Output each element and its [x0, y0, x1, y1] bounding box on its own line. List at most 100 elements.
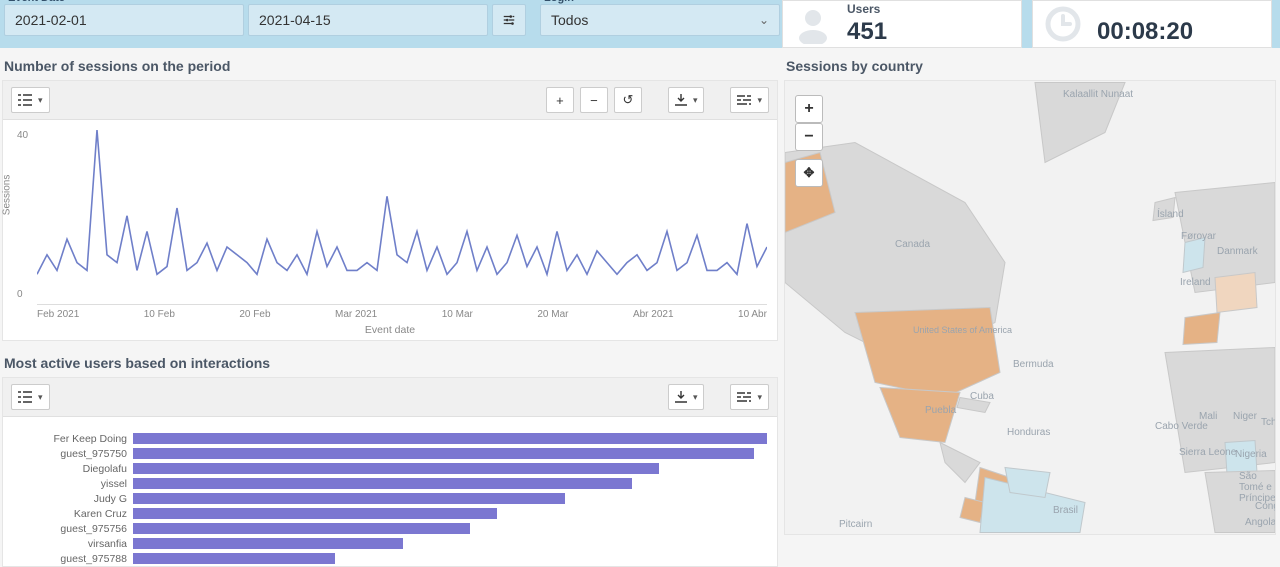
bar-label: Judy G — [13, 493, 133, 505]
chevron-down-icon: ⌄ — [759, 13, 769, 27]
kpi-users-value: 451 — [847, 18, 887, 46]
x-tick: Mar 2021 — [335, 309, 377, 320]
map-zoom-in[interactable]: + — [795, 95, 823, 123]
date-to-input[interactable]: 2021-04-15 — [248, 4, 488, 36]
zoom-add-button[interactable]: + — [546, 87, 574, 113]
map-label: Brasil — [1053, 505, 1078, 516]
kpi-time-label — [1097, 2, 1193, 16]
settings-button[interactable] — [730, 384, 769, 410]
bar-label: Diegolafu — [13, 463, 133, 475]
x-tick: 10 Abr — [738, 309, 767, 320]
bar-fill — [133, 553, 335, 564]
x-axis-label: Event date — [3, 324, 777, 336]
map-label: Angola — [1245, 517, 1275, 528]
bar-label: Karen Cruz — [13, 508, 133, 520]
map-label: São Tomé e Príncipe — [1239, 471, 1275, 504]
x-tick: 20 Mar — [537, 309, 568, 320]
bar-label: guest_975750 — [13, 448, 133, 460]
kpi-time-value: 00:08:20 — [1097, 18, 1193, 46]
bar-fill — [133, 538, 403, 549]
map-zoom-out[interactable]: − — [795, 123, 823, 151]
y-tick: 40 — [17, 130, 28, 141]
x-tick: 10 Mar — [442, 309, 473, 320]
sessions-line-svg — [37, 130, 767, 286]
kpi-users-label: Users — [847, 2, 887, 16]
clock-icon — [1043, 4, 1083, 44]
map-label: Honduras — [1007, 427, 1050, 438]
bar-row: guest_975750 — [13, 446, 767, 461]
sliders-icon — [737, 94, 751, 106]
y-axis-label: Sessions — [2, 175, 13, 216]
x-tick: 10 Feb — [144, 309, 175, 320]
bar-row: virsanfia — [13, 536, 767, 551]
bar-fill — [133, 478, 632, 489]
map-body[interactable]: + − ✥ — [785, 81, 1275, 534]
date-settings-button[interactable] — [492, 4, 526, 36]
kpi-users: Users 451 — [782, 0, 1022, 48]
list-icon — [18, 94, 32, 106]
legend-button[interactable] — [11, 87, 50, 113]
bar-row: Diegolafu — [13, 461, 767, 476]
undo-icon: ↺ — [622, 92, 633, 108]
x-tick: Abr 2021 — [633, 309, 674, 320]
bar-label: Fer Keep Doing — [13, 433, 133, 445]
map-label: Nigeria — [1235, 449, 1267, 460]
kpi-row: Users 451 00:08:20 — [782, 0, 1280, 48]
download-button[interactable] — [668, 87, 705, 113]
legend-button[interactable] — [11, 384, 50, 410]
login-value: Todos — [551, 12, 588, 28]
bar-label: yissel — [13, 478, 133, 490]
map-zoom-reset[interactable]: ✥ — [795, 159, 823, 187]
bar-label: virsanfia — [13, 538, 133, 550]
bar-row: Karen Cruz — [13, 506, 767, 521]
map-label: Ísland — [1157, 209, 1184, 220]
bar-label: guest_975756 — [13, 523, 133, 535]
download-icon — [675, 94, 687, 106]
bar-fill — [133, 463, 659, 474]
map-label: Canada — [895, 239, 930, 250]
map-label: Bermuda — [1013, 359, 1054, 370]
sliders-icon — [737, 391, 751, 403]
date-from-value: 2021-02-01 — [15, 12, 87, 28]
download-icon — [675, 391, 687, 403]
minus-icon: − — [590, 93, 598, 108]
x-axis: Feb 202110 Feb20 FebMar 202110 Mar20 Mar… — [37, 304, 767, 316]
y-tick: 0 — [17, 289, 23, 300]
bar-row: Judy G — [13, 491, 767, 506]
list-icon — [18, 391, 32, 403]
bar-label: guest_975788 — [13, 553, 133, 565]
date-to-value: 2021-04-15 — [259, 12, 331, 28]
map-label: Congo — [1255, 501, 1275, 512]
bar-row: Fer Keep Doing — [13, 431, 767, 446]
map-label: Puebla — [925, 405, 956, 416]
bar-row: guest_975756 — [13, 521, 767, 536]
bar-fill — [133, 448, 754, 459]
download-button[interactable] — [668, 384, 705, 410]
sliders-icon — [502, 13, 516, 27]
map-label: Cabo Verde — [1155, 421, 1208, 432]
map-panel: + − ✥ — [784, 80, 1276, 535]
map-label: Pitcairn — [839, 519, 872, 530]
plus-icon: + — [556, 93, 564, 108]
bar-fill — [133, 523, 470, 534]
map-label: Niger — [1233, 411, 1257, 422]
map-title: Sessions by country — [784, 52, 1276, 80]
sessions-panel: + − ↺ Sessions 40 0 — [2, 80, 778, 341]
sessions-title: Number of sessions on the period — [2, 52, 778, 80]
bar-row: guest_975788 — [13, 551, 767, 566]
map-label: Danmark — [1217, 246, 1258, 257]
map-label: Kalaallit Nunaat — [1063, 89, 1133, 100]
bar-fill — [133, 433, 767, 444]
map-label: Cuba — [970, 391, 994, 402]
login-select[interactable]: Todos ⌄ — [540, 4, 780, 36]
bar-row: yissel — [13, 476, 767, 491]
zoom-sub-button[interactable]: − — [580, 87, 608, 113]
map-label: Sierra Leone — [1179, 447, 1236, 458]
x-tick: 20 Feb — [239, 309, 270, 320]
date-from-input[interactable]: 2021-02-01 — [4, 4, 244, 36]
zoom-reset-button[interactable]: ↺ — [614, 87, 642, 113]
x-tick: Feb 2021 — [37, 309, 79, 320]
user-icon — [793, 4, 833, 44]
settings-button[interactable] — [730, 87, 769, 113]
map-label: United States of America — [913, 325, 1012, 335]
